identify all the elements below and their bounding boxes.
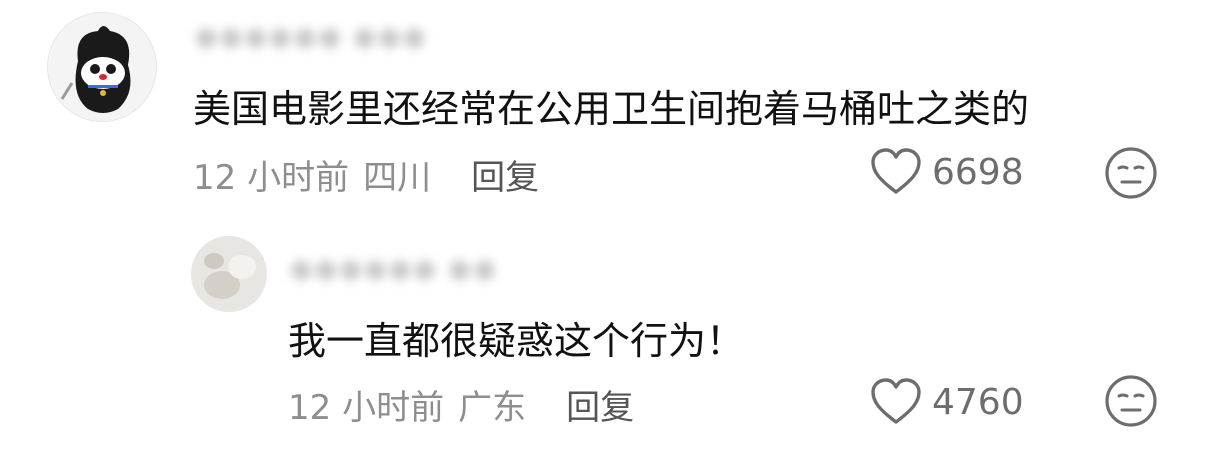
like-count: 6698 — [932, 151, 1024, 193]
location: 广东 — [458, 388, 527, 428]
like-count: 4760 — [932, 381, 1024, 423]
username-blurred[interactable]: ●●●●●● ●● — [290, 254, 498, 284]
dislike-button[interactable] — [1104, 146, 1158, 200]
comment-text: 我一直都很疑惑这个行为！ — [288, 319, 745, 363]
comment-item: ●●●●●● ●●● 美国电影里还经常在公用卫生间抱着马桶吐之类的 12 小时前… — [0, 0, 1206, 220]
neutral-face-icon — [1105, 147, 1157, 199]
reply-button[interactable]: 回复 — [566, 380, 634, 429]
like-button[interactable]: 6698 — [870, 148, 1024, 196]
timestamp: 12 小时前 — [193, 158, 350, 198]
comment-text: 美国电影里还经常在公用卫生间抱着马桶吐之类的 — [193, 87, 1030, 131]
like-button[interactable]: 4760 — [870, 378, 1024, 426]
avatar[interactable] — [47, 12, 157, 122]
heart-outline-icon — [871, 148, 921, 194]
dislike-button[interactable] — [1104, 374, 1158, 428]
username-blurred[interactable]: ●●●●●● ●●● — [195, 22, 427, 52]
comment-item: ●●●●●● ●● 我一直都很疑惑这个行为！ 12 小时前 广东 回复 4760 — [0, 222, 1206, 461]
heart-outline-icon — [871, 378, 921, 424]
cartoon-cat-avatar-icon — [48, 13, 156, 121]
neutral-face-icon — [1105, 375, 1157, 427]
avatar[interactable] — [191, 236, 267, 312]
reply-button[interactable]: 回复 — [471, 150, 539, 199]
timestamp: 12 小时前 — [288, 388, 445, 428]
location: 四川 — [363, 158, 432, 198]
comment-meta: 12 小时前 广东 回复 — [288, 380, 634, 429]
blurred-photo-avatar-icon — [192, 237, 266, 311]
comment-meta: 12 小时前 四川 回复 — [193, 150, 539, 199]
